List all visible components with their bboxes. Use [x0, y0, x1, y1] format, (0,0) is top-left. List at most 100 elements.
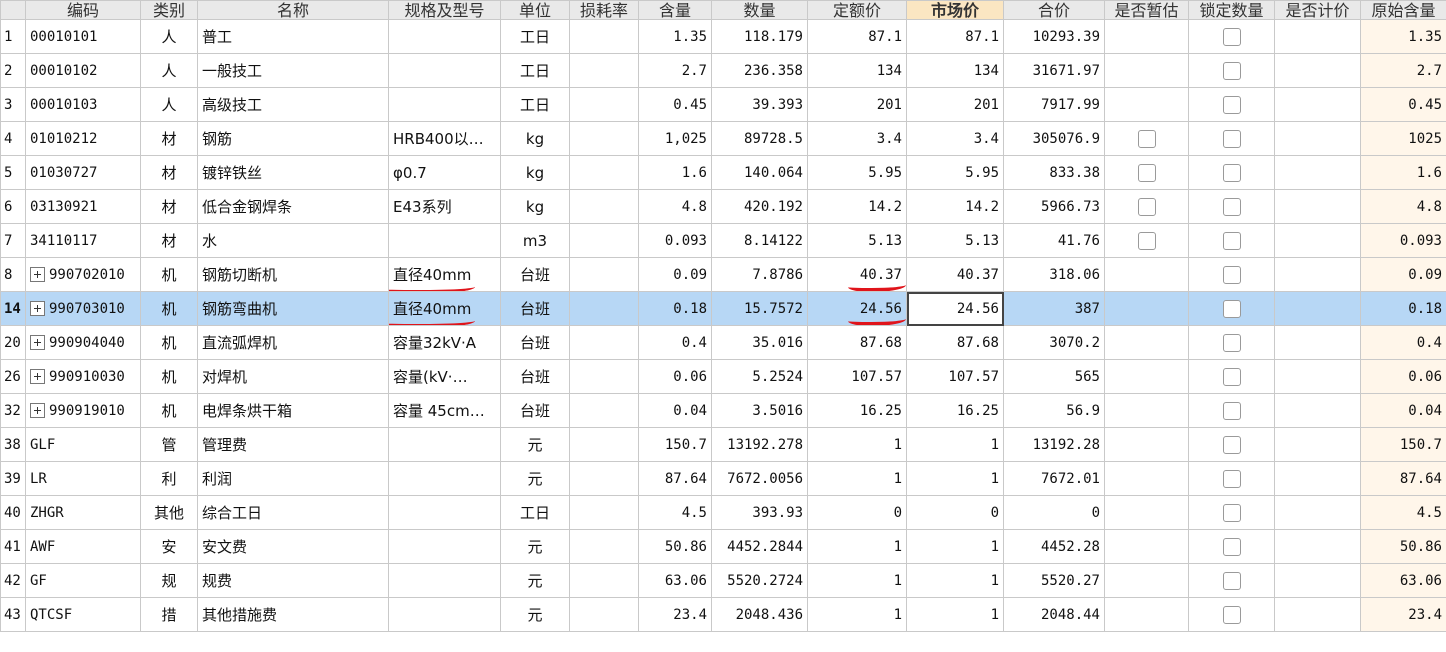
loss-rate-cell[interactable]: [569, 291, 639, 326]
unit-cell[interactable]: 工日: [500, 19, 570, 54]
lock-quantity-cell[interactable]: [1188, 189, 1275, 224]
lock-quantity-cell[interactable]: [1188, 87, 1275, 122]
total-price-cell[interactable]: 7672.01: [1003, 461, 1105, 496]
quota-price-cell[interactable]: 3.4: [807, 121, 907, 156]
code-cell[interactable]: 00010102: [25, 53, 141, 88]
lock-quantity-checkbox[interactable]: [1222, 333, 1241, 352]
content-cell[interactable]: 50.86: [638, 529, 712, 564]
content-cell[interactable]: 63.06: [638, 563, 712, 598]
name-cell[interactable]: 一般技工: [197, 53, 389, 88]
is-priced-cell[interactable]: [1274, 563, 1361, 598]
code-cell[interactable]: 990703010: [25, 291, 141, 326]
original-content-cell[interactable]: 1.6: [1360, 155, 1446, 190]
loss-rate-cell[interactable]: [569, 121, 639, 156]
lock-quantity-checkbox[interactable]: [1222, 27, 1241, 46]
content-cell[interactable]: 0.45: [638, 87, 712, 122]
category-cell[interactable]: 机: [140, 291, 198, 326]
table-row[interactable]: 39 LR 利利润元 87.64 7672.0056 1 1 7672.01 87.64: [0, 461, 1446, 496]
name-cell[interactable]: 钢筋弯曲机: [197, 291, 389, 326]
name-cell[interactable]: 对焊机: [197, 359, 389, 394]
table-row[interactable]: 4 01010212 材钢筋 HRB400以… kg 1,025 89728.5 3.4 3.4…: [0, 121, 1446, 156]
lock-quantity-checkbox[interactable]: [1222, 401, 1241, 420]
lock-quantity-cell[interactable]: [1188, 563, 1275, 598]
spec-cell[interactable]: [388, 87, 501, 122]
unit-cell[interactable]: 工日: [500, 53, 570, 88]
quota-price-cell[interactable]: 16.25: [807, 393, 907, 428]
lock-quantity-checkbox[interactable]: [1222, 469, 1241, 488]
code-cell[interactable]: GLF: [25, 427, 141, 462]
original-content-cell[interactable]: 0.093: [1360, 223, 1446, 258]
name-cell[interactable]: 水: [197, 223, 389, 258]
unit-cell[interactable]: 元: [500, 461, 570, 496]
total-price-cell[interactable]: 833.38: [1003, 155, 1105, 190]
total-price-cell[interactable]: 305076.9: [1003, 121, 1105, 156]
total-price-cell[interactable]: 5966.73: [1003, 189, 1105, 224]
col-header-quantity[interactable]: 数量: [711, 0, 808, 20]
original-content-cell[interactable]: 0.09: [1360, 257, 1446, 292]
lock-quantity-cell[interactable]: [1188, 53, 1275, 88]
is-priced-cell[interactable]: [1274, 257, 1361, 292]
name-cell[interactable]: 安文费: [197, 529, 389, 564]
quantity-cell[interactable]: 39.393: [711, 87, 808, 122]
lock-quantity-checkbox[interactable]: [1222, 197, 1241, 216]
category-cell[interactable]: 材: [140, 223, 198, 258]
quantity-cell[interactable]: 393.93: [711, 495, 808, 530]
name-cell[interactable]: 直流弧焊机: [197, 325, 389, 360]
market-price-cell[interactable]: 87.1: [906, 19, 1004, 54]
total-price-cell[interactable]: 56.9: [1003, 393, 1105, 428]
quantity-cell[interactable]: 15.7572: [711, 291, 808, 326]
original-content-cell[interactable]: 0.06: [1360, 359, 1446, 394]
row-number[interactable]: 38: [0, 427, 26, 462]
market-price-cell[interactable]: 5.95: [906, 155, 1004, 190]
table-row[interactable]: 5 01030727 材镀锌铁丝 φ0.7 kg 1.6 140.064 5.95 5.95 83…: [0, 155, 1446, 190]
is-estimated-cell[interactable]: [1104, 529, 1189, 564]
is-estimated-cell[interactable]: [1104, 223, 1189, 258]
quota-price-cell[interactable]: 5.95: [807, 155, 907, 190]
lock-quantity-checkbox[interactable]: [1222, 61, 1241, 80]
total-price-cell[interactable]: 13192.28: [1003, 427, 1105, 462]
row-number[interactable]: 41: [0, 529, 26, 564]
market-price-cell[interactable]: 1: [906, 427, 1004, 462]
market-price-cell[interactable]: 107.57: [906, 359, 1004, 394]
content-cell[interactable]: 0.18: [638, 291, 712, 326]
market-price-cell[interactable]: 3.4: [906, 121, 1004, 156]
is-estimated-cell[interactable]: [1104, 393, 1189, 428]
original-content-cell[interactable]: 150.7: [1360, 427, 1446, 462]
code-cell[interactable]: 990702010: [25, 257, 141, 292]
loss-rate-cell[interactable]: [569, 563, 639, 598]
lock-quantity-checkbox[interactable]: [1222, 129, 1241, 148]
is-estimated-checkbox[interactable]: [1137, 129, 1156, 148]
is-priced-cell[interactable]: [1274, 427, 1361, 462]
category-cell[interactable]: 机: [140, 393, 198, 428]
quota-price-cell[interactable]: 87.1: [807, 19, 907, 54]
lock-quantity-checkbox[interactable]: [1222, 537, 1241, 556]
market-price-cell[interactable]: 40.37: [906, 257, 1004, 292]
unit-cell[interactable]: 台班: [500, 325, 570, 360]
is-priced-cell[interactable]: [1274, 495, 1361, 530]
unit-cell[interactable]: kg: [500, 155, 570, 190]
name-cell[interactable]: 镀锌铁丝: [197, 155, 389, 190]
lock-quantity-checkbox[interactable]: [1222, 503, 1241, 522]
unit-cell[interactable]: 元: [500, 563, 570, 598]
category-cell[interactable]: 人: [140, 53, 198, 88]
spec-cell[interactable]: 容量(kV·…: [388, 359, 501, 394]
unit-cell[interactable]: 元: [500, 597, 570, 632]
category-cell[interactable]: 利: [140, 461, 198, 496]
is-priced-cell[interactable]: [1274, 393, 1361, 428]
market-price-cell[interactable]: 0: [906, 495, 1004, 530]
total-price-cell[interactable]: 4452.28: [1003, 529, 1105, 564]
spec-cell[interactable]: HRB400以…: [388, 121, 501, 156]
name-cell[interactable]: 综合工日: [197, 495, 389, 530]
table-row[interactable]: 6 03130921 材低合金钢焊条 E43系列 kg 4.8 420.192 14.2 14.…: [0, 189, 1446, 224]
code-cell[interactable]: 990919010: [25, 393, 141, 428]
code-cell[interactable]: 01010212: [25, 121, 141, 156]
loss-rate-cell[interactable]: [569, 529, 639, 564]
is-estimated-cell[interactable]: [1104, 427, 1189, 462]
table-row[interactable]: 20 990904040 机直流弧焊机 容量32kV·A 台班 0.4 35.016 87.6…: [0, 325, 1446, 360]
unit-cell[interactable]: 台班: [500, 257, 570, 292]
name-cell[interactable]: 钢筋: [197, 121, 389, 156]
is-priced-cell[interactable]: [1274, 53, 1361, 88]
category-cell[interactable]: 机: [140, 257, 198, 292]
is-estimated-cell[interactable]: [1104, 461, 1189, 496]
lock-quantity-cell[interactable]: [1188, 257, 1275, 292]
